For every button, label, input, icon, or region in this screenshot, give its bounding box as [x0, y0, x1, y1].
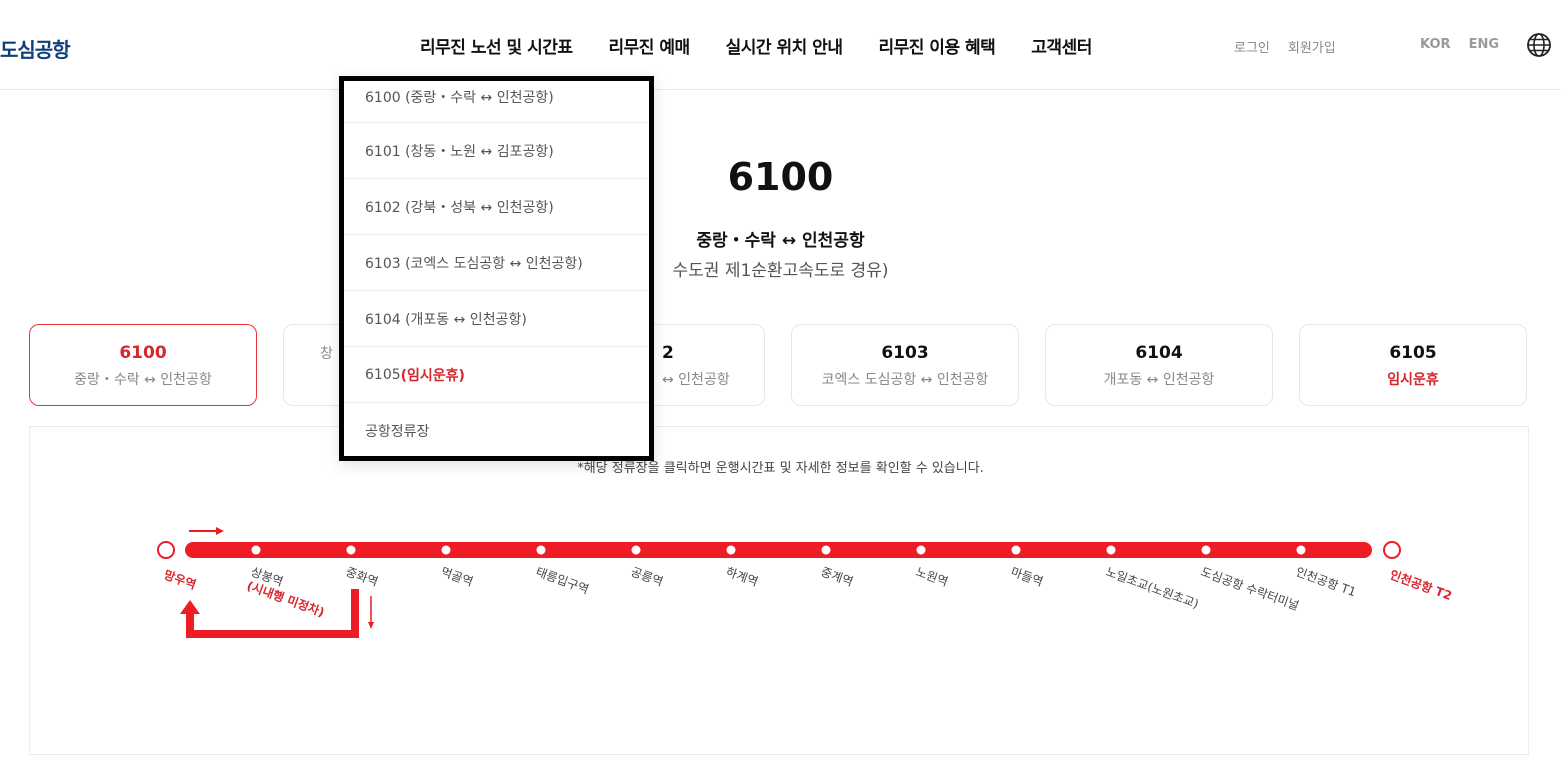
dropdown-item-label: 공항정류장	[365, 424, 430, 440]
dropdown-item-label: 6105	[365, 366, 401, 383]
card-number: 6100	[119, 343, 167, 363]
route-dropdown-menu: 6100 (중랑・수락 ↔ 인천공항) 6101 (창동・노원 ↔ 김포공항) …	[339, 76, 654, 461]
route-card-6104[interactable]: 6104 개포동 ↔ 인천공항	[1045, 324, 1273, 406]
dropdown-item-label: 6101 (창동・노원 ↔ 김포공항)	[365, 143, 554, 160]
site-header: 도심공항 리무진 노선 및 시간표 리무진 예매 실시간 위치 안내 리무진 이…	[0, 0, 1561, 90]
dropdown-item-6102[interactable]: 6102 (강북・성북 ↔ 인천공항)	[344, 179, 649, 235]
main-nav: 리무진 노선 및 시간표 리무진 예매 실시간 위치 안내 리무진 이용 혜택 …	[420, 33, 1092, 58]
stop-marker[interactable]	[916, 545, 926, 555]
stop-marker[interactable]	[1296, 545, 1306, 555]
stop-marker[interactable]	[251, 545, 261, 555]
card-desc: 개포동 ↔ 인천공항	[1103, 372, 1215, 388]
dropdown-item-airport-stops[interactable]: 공항정류장	[344, 403, 649, 456]
dropdown-suspended-label: (임시운휴)	[400, 367, 465, 384]
dropdown-item-label: 6104 (개포동 ↔ 인천공항)	[365, 311, 527, 328]
stop-marker[interactable]	[821, 545, 831, 555]
language-switch: KOR ENG	[1420, 37, 1499, 52]
card-number: 6105	[1389, 343, 1437, 363]
nav-realtime-location[interactable]: 실시간 위치 안내	[726, 33, 843, 58]
stop-marker[interactable]	[726, 545, 736, 555]
dropdown-item-label: 6102 (강북・성북 ↔ 인천공항)	[365, 199, 554, 216]
stop-marker[interactable]	[1106, 545, 1116, 555]
stop-end-marker[interactable]	[1383, 541, 1401, 559]
route-name: 중랑・수락 ↔ 인천공항	[696, 231, 865, 251]
route-card-6103[interactable]: 6103 코엑스 도심공항 ↔ 인천공항	[791, 324, 1019, 406]
card-number: 6103	[881, 343, 929, 363]
site-logo[interactable]: 도심공항	[0, 34, 71, 63]
card-desc: 코엑스 도심공항 ↔ 인천공항	[821, 372, 989, 388]
card-desc: 중랑・수락 ↔ 인천공항	[74, 372, 212, 388]
route-card-6105[interactable]: 6105 임시운휴	[1299, 324, 1527, 406]
stop-marker[interactable]	[346, 545, 356, 555]
stop-marker[interactable]	[1201, 545, 1211, 555]
stop-marker[interactable]	[1011, 545, 1021, 555]
dropdown-item-6101[interactable]: 6101 (창동・노원 ↔ 김포공항)	[344, 123, 649, 179]
nav-benefits[interactable]: 리무진 이용 혜택	[878, 33, 995, 58]
dropdown-item-6103[interactable]: 6103 (코엑스 도심공항 ↔ 인천공항)	[344, 235, 649, 291]
login-link[interactable]: 로그인	[1234, 37, 1270, 56]
auth-links: 로그인 회원가입	[1234, 37, 1336, 56]
nav-booking[interactable]: 리무진 예매	[609, 33, 691, 58]
stop-start-marker[interactable]	[157, 541, 175, 559]
stop-marker[interactable]	[631, 545, 641, 555]
dropdown-item-6104[interactable]: 6104 (개포동 ↔ 인천공항)	[344, 291, 649, 347]
nav-customer-center[interactable]: 고객센터	[1031, 33, 1092, 58]
nav-route-timetable[interactable]: 리무진 노선 및 시간표	[420, 33, 573, 58]
globe-icon[interactable]	[1526, 32, 1552, 58]
route-card-6100[interactable]: 6100 중랑・수락 ↔ 인천공항	[29, 324, 257, 406]
dropdown-item-label: 6100 (중랑・수락 ↔ 인천공항)	[365, 90, 554, 106]
map-note: *해당 정류장을 클릭하면 운행시간표 및 자세한 정보를 확인할 수 있습니다…	[577, 461, 984, 476]
route-via: 수도권 제1순환고속도로 경유)	[672, 261, 889, 281]
route-number: 6100	[727, 155, 834, 199]
dropdown-item-label: 6103 (코엑스 도심공항 ↔ 인천공항)	[365, 255, 583, 272]
card-suspended-label: 임시운휴	[1387, 372, 1439, 388]
stop-marker[interactable]	[536, 545, 546, 555]
lang-kor-link[interactable]: KOR	[1420, 37, 1451, 52]
card-number: 6104	[1135, 343, 1183, 363]
lang-eng-link[interactable]: ENG	[1469, 37, 1499, 52]
dropdown-item-6100[interactable]: 6100 (중랑・수락 ↔ 인천공항)	[344, 81, 649, 123]
dropdown-item-6105[interactable]: 6105 (임시운휴)	[344, 347, 649, 403]
signup-link[interactable]: 회원가입	[1288, 37, 1336, 56]
stop-marker[interactable]	[441, 545, 451, 555]
